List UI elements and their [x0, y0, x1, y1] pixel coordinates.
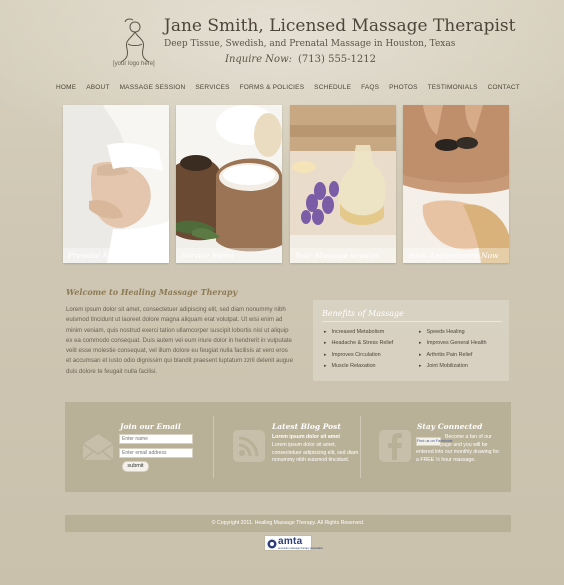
column-divider: [213, 416, 214, 478]
inquire-line: Inquire Now: (713) 555-1212: [225, 54, 376, 65]
amta-wordmark: amta: [278, 536, 303, 547]
benefit-item: ▸ Improves General Health: [419, 340, 486, 351]
nav-massage-session[interactable]: MASSAGE SESSION: [120, 84, 186, 94]
hot-stone-photo: [403, 105, 509, 263]
welcome-body: Lorem ipsum dolor sit amet, consectetuer…: [66, 306, 293, 375]
column-divider: [360, 416, 361, 478]
bullet-icon: ▸: [324, 351, 327, 358]
nav-contact[interactable]: CONTACT: [488, 84, 520, 94]
social-title: Stay Connected: [417, 422, 483, 431]
bullet-icon: ▸: [324, 329, 327, 335]
benefit-label: Improves General Health: [426, 340, 487, 347]
brand-suffix: , Licensed Massage Therapist: [258, 16, 516, 36]
card-caption: Prenatal Massage: [63, 248, 169, 263]
bullet-icon: ▸: [324, 340, 327, 347]
logo-caption: [your logo here]: [113, 61, 155, 67]
benefit-label: Headache & Stress Relief: [331, 340, 394, 347]
bullet-icon: ▸: [324, 362, 327, 369]
amta-logo[interactable]: amta american massage therapy associatio…: [264, 535, 323, 551]
facebook-badge[interactable]: Find us on Facebook: [416, 437, 452, 446]
blog-title: Latest Blog Post: [272, 422, 341, 431]
bullet-icon: ▸: [419, 362, 422, 369]
prenatal-photo: [63, 105, 169, 263]
submit-button[interactable]: submit: [122, 461, 149, 472]
benefit-item: ▸ Headache & Stress Relief: [324, 340, 393, 351]
tagline: Deep Tissue, Swedish, and Prenatal Massa…: [164, 39, 456, 49]
card-caption: Service Menu: [176, 248, 282, 263]
benefit-item: ▸ Speeds Healing: [419, 329, 486, 340]
benefit-label: Speeds Healing: [426, 329, 465, 335]
card-caption: Book Appointment Now: [403, 248, 509, 263]
main-nav: HOME ABOUT MASSAGE SESSION SERVICES FORM…: [56, 84, 520, 94]
benefit-item: ▸ Arthritis Pain Relief: [419, 352, 486, 363]
brand-title[interactable]: Jane Smith, Licensed Massage Therapist: [164, 16, 515, 36]
nav-testimonials[interactable]: TESTIMONIALS: [428, 84, 478, 94]
benefit-item: ▸ Improves Circulation: [324, 352, 393, 363]
lavender-oil-photo: [290, 105, 396, 263]
card-service-menu[interactable]: Service Menu: [176, 105, 282, 263]
nav-photos[interactable]: PHOTOS: [389, 84, 418, 94]
bullet-icon: ▸: [419, 329, 422, 335]
benefit-label: Improves Circulation: [331, 351, 381, 358]
amta-emblem-icon: [267, 539, 277, 549]
nav-faqs[interactable]: FAQS: [361, 84, 379, 94]
benefit-item: ▸ Joint Mobilization: [419, 363, 486, 374]
amta-subtitle: american massage therapy association: [278, 547, 323, 550]
benefits-panel: Benefits of Massage ▸ Increased Metabolis…: [313, 300, 509, 381]
benefits-divider: [322, 321, 502, 322]
benefit-item: ▸ Increased Metabolism: [324, 329, 393, 340]
nav-services[interactable]: SERVICES: [195, 84, 229, 94]
card-massage-session[interactable]: Your Massage session: [290, 105, 396, 263]
benefits-list-right: ▸ Speeds Healing ▸ Improves General Health…: [419, 329, 486, 374]
benefit-label: Muscle Relaxation: [331, 362, 376, 369]
rss-icon: [233, 430, 265, 467]
card-book-appointment[interactable]: Book Appointment Now: [403, 105, 509, 263]
blog-headline[interactable]: Lorem ipsum dolor sit amet: [272, 434, 340, 440]
welcome-title: Welcome to Healing Massage Therapy: [66, 287, 238, 297]
blog-excerpt: Lorem ipsum dolor sit amet, consectetuer…: [272, 442, 359, 464]
feature-cards: Prenatal Massage Service Menu Your Massa…: [63, 105, 509, 263]
bullet-icon: ▸: [419, 351, 422, 358]
benefits-list-left: ▸ Increased Metabolism ▸ Headache & Stress…: [324, 329, 393, 374]
nav-about[interactable]: ABOUT: [86, 84, 109, 94]
benefit-item: ▸ Muscle Relaxation: [324, 363, 393, 374]
benefit-label: Arthritis Pain Relief: [426, 351, 473, 358]
benefits-title: Benefits of Massage: [322, 309, 404, 318]
brand-name: Jane Smith: [164, 16, 259, 36]
nav-schedule[interactable]: SCHEDULE: [314, 84, 351, 94]
email-title: Join our Email: [120, 422, 181, 431]
card-caption: Your Massage session: [290, 248, 396, 263]
card-prenatal-massage[interactable]: Prenatal Massage: [63, 105, 169, 263]
name-input[interactable]: [119, 434, 193, 444]
nav-home[interactable]: HOME: [56, 84, 76, 94]
envelope-icon: [81, 432, 115, 467]
email-input[interactable]: [119, 448, 193, 458]
bullet-icon: ▸: [419, 340, 422, 347]
nav-forms-policies[interactable]: FORMS & POLICIES: [240, 84, 305, 94]
inquire-label: Inquire Now:: [225, 54, 293, 65]
phone-number[interactable]: (713) 555-1212: [298, 54, 376, 65]
benefit-label: Joint Mobilization: [426, 362, 468, 369]
benefit-label: Increased Metabolism: [331, 329, 385, 335]
facebook-icon: [379, 430, 411, 467]
copyright-bar: © Copyright 2011. Healing Massage Therap…: [65, 515, 511, 532]
spa-bowls-photo: [176, 105, 282, 263]
footer-band: Join our Email submit Latest Blog Post L…: [65, 402, 511, 492]
